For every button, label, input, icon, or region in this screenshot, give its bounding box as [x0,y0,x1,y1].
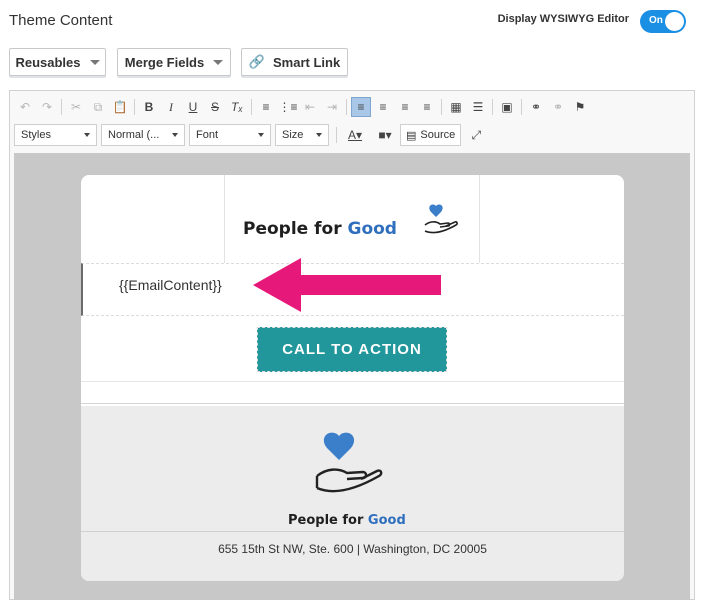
link-icon: 🔗 [248,54,265,69]
email-content-placeholder: {{EmailContent}} [119,277,222,293]
remove-format-icon[interactable]: Tₓ [227,97,247,117]
pointer-arrow-icon [253,258,441,312]
toolbar-row-1: ↶ ↷ ✂ ⧉ 📋 B I U S Tₓ ≡ ⋮≡ ⇤ ⇥ ≡ ≡ ≡ ≡ ▦ … [14,96,591,118]
source-button[interactable]: ▤ Source [400,124,462,146]
size-dropdown-label: Size [282,129,304,141]
format-dropdown[interactable]: Normal (... [101,124,185,146]
brand-name: People for Good [243,219,397,239]
header: Theme Content Display WYSIWYG Editor On [0,0,704,42]
horizontal-rule-icon[interactable]: ☰ [468,97,488,117]
footer-brand-name-part2: Good [367,513,406,528]
font-dropdown-label: Font [196,129,219,141]
redo-icon[interactable]: ↷ [37,97,57,117]
font-dropdown[interactable]: Font [189,124,271,146]
undo-icon[interactable]: ↶ [15,97,35,117]
numbered-list-icon[interactable]: ≡ [256,97,276,117]
anchor-flag-icon[interactable]: ⚑ [570,97,590,117]
toolbar-separator [492,99,493,115]
bulleted-list-icon[interactable]: ⋮≡ [278,97,298,117]
heart-hand-icon [424,204,458,234]
chevron-down-icon [258,133,264,137]
toolbar-separator [441,99,442,115]
background-color-icon[interactable]: ■▾ [371,125,399,145]
indent-icon[interactable]: ⇥ [322,97,342,117]
toggle-knob [665,12,684,31]
merge-fields-button[interactable]: Merge Fields [117,48,231,76]
chevron-down-icon [89,59,100,65]
chevron-down-icon [316,133,322,137]
unlink-icon[interactable]: ⚭ [548,97,568,117]
email-footer[interactable]: People for Good 655 15th St NW, Ste. 600… [81,406,624,581]
wysiwyg-editor: ↶ ↷ ✂ ⧉ 📋 B I U S Tₓ ≡ ⋮≡ ⇤ ⇥ ≡ ≡ ≡ ≡ ▦ … [9,90,695,600]
footer-address: 655 15th St NW, Ste. 600 | Washington, D… [218,542,487,556]
maximize-icon[interactable]: ⤢ [466,125,486,145]
text-color-icon[interactable]: A▾ [341,125,369,145]
bold-icon[interactable]: B [139,97,159,117]
toolbar-separator [346,99,347,115]
chevron-down-icon [213,59,224,65]
italic-icon[interactable]: I [161,97,181,117]
source-label: Source [420,129,456,141]
cut-icon[interactable]: ✂ [66,97,86,117]
size-dropdown[interactable]: Size [275,124,329,146]
smart-link-button[interactable]: 🔗 Smart Link [241,48,348,76]
spacer-row [81,381,624,404]
underline-icon[interactable]: U [183,97,203,117]
footer-divider [81,531,624,532]
image-icon[interactable]: ▣ [497,97,517,117]
justify-icon[interactable]: ≡ [417,97,437,117]
reusables-button[interactable]: Reusables [9,48,106,76]
chevron-down-icon [172,133,178,137]
email-preview: People for Good {{EmailContent}} CALL TO… [81,175,624,581]
copy-icon[interactable]: ⧉ [88,97,108,117]
align-right-icon[interactable]: ≡ [395,97,415,117]
styles-dropdown[interactable]: Styles [14,124,97,146]
editor-canvas[interactable]: People for Good {{EmailContent}} CALL TO… [14,153,690,600]
toggle-state-text: On [649,15,663,26]
heart-hand-icon [315,432,383,493]
chevron-down-icon [84,133,90,137]
header-logo[interactable]: People for Good [224,175,480,263]
align-center-icon[interactable]: ≡ [373,97,393,117]
cta-cell: CALL TO ACTION [257,327,447,372]
footer-brand-name: People for Good [288,513,406,528]
toolbar-separator [251,99,252,115]
source-icon: ▤ [406,129,417,142]
paste-icon[interactable]: 📋 [110,97,130,117]
align-left-icon[interactable]: ≡ [351,97,371,117]
outdent-icon[interactable]: ⇤ [300,97,320,117]
table-icon[interactable]: ▦ [446,97,466,117]
toolbar-separator [134,99,135,115]
call-to-action-button[interactable]: CALL TO ACTION [257,327,447,372]
format-dropdown-label: Normal (... [108,129,160,141]
toolbar-separator [336,127,337,143]
footer-brand-name-part1: People for [288,513,368,528]
link-icon[interactable]: ⚭ [526,97,546,117]
page-title: Theme Content [9,12,113,29]
strike-icon[interactable]: S [205,97,225,117]
smart-link-label: Smart Link [273,54,341,70]
brand-name-part1: People for [243,219,348,239]
toolbar-separator [61,99,62,115]
brand-name-part2: Good [347,219,397,239]
styles-dropdown-label: Styles [21,129,51,141]
toolbar-row-2: Styles Normal (... Font Size A▾ ■▾ ▤ Sou… [14,124,487,146]
reusables-label: Reusables [15,54,81,70]
wysiwyg-toggle-label: Display WYSIWYG Editor [497,13,629,25]
wysiwyg-toggle[interactable]: On [640,10,686,33]
toolbar-separator [521,99,522,115]
merge-fields-label: Merge Fields [124,54,205,70]
